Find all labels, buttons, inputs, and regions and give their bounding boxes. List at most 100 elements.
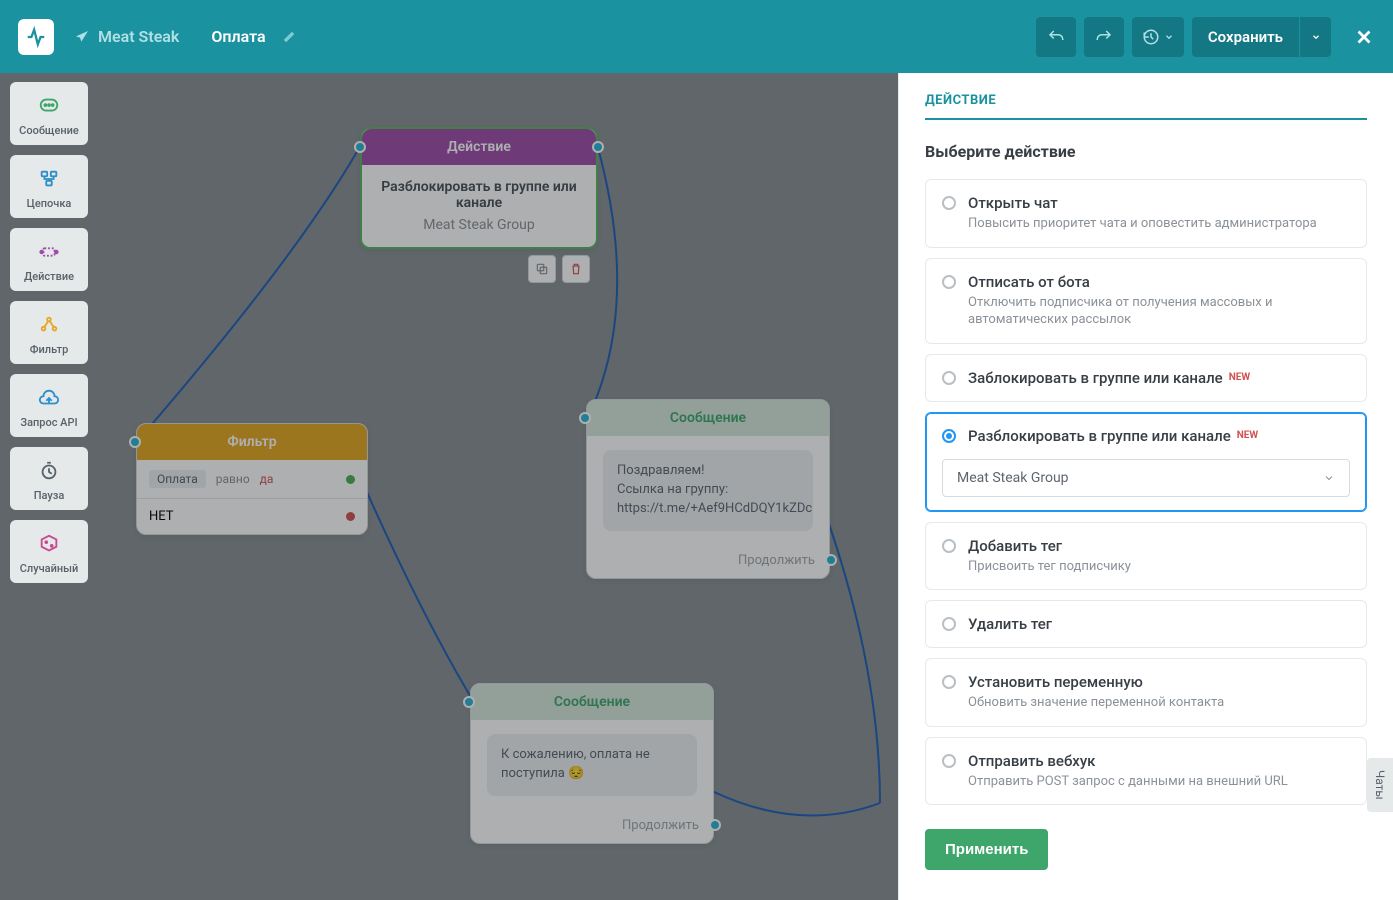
breadcrumb-bot[interactable]: Meat Steak — [74, 27, 179, 46]
panel-title: ДЕЙСТВИЕ — [925, 93, 1367, 120]
filter-port-yes[interactable] — [346, 475, 355, 484]
opt-desc: Отключить подписчика от получения массов… — [968, 294, 1350, 329]
node-filter-body: Оплата равно да НЕТ — [137, 460, 367, 534]
tool-chain-label: Цепочка — [27, 197, 72, 210]
app-logo[interactable] — [18, 19, 54, 55]
radio-icon — [942, 754, 956, 768]
random-icon — [35, 533, 63, 555]
node-msg2-header: Сообщение — [471, 684, 713, 720]
breadcrumb: Meat Steak Оплата — [74, 27, 296, 46]
pause-icon — [35, 460, 63, 482]
msg2-text: К сожалению, оплата не поступила 😔 — [487, 734, 697, 796]
node-msg2-body: К сожалению, оплата не поступила 😔 — [471, 720, 713, 810]
port-in[interactable] — [354, 141, 366, 153]
tool-filter[interactable]: Фильтр — [10, 301, 88, 364]
history-button[interactable] — [1132, 17, 1184, 57]
redo-icon — [1095, 28, 1113, 46]
node-msg1-body: Поздравляем! Ссылка на группу: https://t… — [587, 436, 829, 545]
opt-title: Открыть чат — [968, 194, 1350, 212]
edit-icon[interactable] — [282, 30, 296, 44]
new-badge: NEW — [1229, 372, 1250, 383]
chats-tab[interactable]: Чаты — [1367, 758, 1393, 812]
copy-node-button[interactable] — [528, 255, 556, 283]
group-select-dropdown[interactable]: Meat Steak Group — [942, 459, 1350, 497]
port-out[interactable] — [709, 819, 721, 831]
filter-op: равно — [216, 472, 250, 486]
radio-icon — [942, 539, 956, 553]
chevron-down-icon — [1311, 32, 1321, 42]
action-opt-set-var[interactable]: Установить переменную Обновить значение … — [925, 658, 1367, 727]
save-button-group: Сохранить — [1192, 17, 1331, 57]
toolbox: Сообщение Цепочка Действие Фильтр Запрос… — [10, 82, 88, 583]
radio-icon — [942, 371, 956, 385]
save-dropdown-button[interactable] — [1299, 17, 1331, 57]
tool-random[interactable]: Случайный — [10, 520, 88, 583]
filter-condition-row[interactable]: Оплата равно да — [137, 460, 367, 498]
undo-button[interactable] — [1036, 17, 1076, 57]
tool-pause[interactable]: Пауза — [10, 447, 88, 510]
node-action-body: Разблокировать в группе или канале Meat … — [362, 165, 596, 247]
close-icon — [1353, 26, 1375, 48]
action-settings-panel: ДЕЙСТВИЕ Выберите действие Открыть чат П… — [898, 73, 1393, 900]
node-action[interactable]: Действие Разблокировать в группе или кан… — [360, 127, 598, 249]
action-opt-unsubscribe[interactable]: Отписать от бота Отключить подписчика от… — [925, 258, 1367, 344]
node-message-success[interactable]: Сообщение Поздравляем! Ссылка на группу:… — [586, 399, 830, 579]
node-toolbar — [528, 255, 590, 283]
flow-name-label: Оплата — [211, 27, 265, 46]
filter-var: Оплата — [149, 470, 206, 488]
node-action-header: Действие — [362, 129, 596, 165]
header-actions: Сохранить — [1036, 17, 1375, 57]
node-message-fail[interactable]: Сообщение К сожалению, оплата не поступи… — [470, 683, 714, 844]
chevron-down-icon — [1323, 472, 1335, 484]
tool-action[interactable]: Действие — [10, 228, 88, 291]
action-opt-remove-tag[interactable]: Удалить тег — [925, 600, 1367, 648]
action-opt-open-chat[interactable]: Открыть чат Повысить приоритет чата и оп… — [925, 179, 1367, 248]
opt-title: Отправить вебхук — [968, 752, 1350, 770]
filter-port-no[interactable] — [346, 512, 355, 521]
delete-node-button[interactable] — [562, 255, 590, 283]
filter-else-label: НЕТ — [149, 509, 174, 524]
api-icon — [35, 387, 63, 409]
node-filter-header: Фильтр — [137, 424, 367, 460]
port-out[interactable] — [592, 141, 604, 153]
copy-icon — [535, 262, 549, 276]
action-opt-unblock[interactable]: Разблокировать в группе или каналеNEW Me… — [925, 412, 1367, 512]
apply-button[interactable]: Применить — [925, 829, 1048, 870]
tool-message[interactable]: Сообщение — [10, 82, 88, 145]
port-in[interactable] — [129, 436, 141, 448]
save-button[interactable]: Сохранить — [1192, 18, 1299, 56]
filter-val: да — [260, 472, 274, 486]
tool-chain[interactable]: Цепочка — [10, 155, 88, 218]
msg2-continue: Продолжить — [471, 810, 713, 843]
action-opt-block[interactable]: Заблокировать в группе или каналеNEW — [925, 354, 1367, 402]
node-filter[interactable]: Фильтр Оплата равно да НЕТ — [136, 423, 368, 535]
close-button[interactable] — [1353, 26, 1375, 48]
action-opt-add-tag[interactable]: Добавить тег Присвоить тег подписчику — [925, 522, 1367, 591]
redo-button[interactable] — [1084, 17, 1124, 57]
opt-desc: Обновить значение переменной контакта — [968, 694, 1350, 712]
new-badge: NEW — [1237, 430, 1258, 441]
telegram-icon — [74, 29, 90, 45]
breadcrumb-flow[interactable]: Оплата — [211, 27, 295, 46]
node-action-sub: Meat Steak Group — [378, 217, 580, 233]
opt-title: Заблокировать в группе или каналеNEW — [968, 369, 1350, 387]
opt-title: Установить переменную — [968, 673, 1350, 691]
radio-icon — [942, 429, 956, 443]
opt-desc: Отправить POST запрос с данными на внешн… — [968, 773, 1350, 791]
radio-icon — [942, 196, 956, 210]
message-icon — [35, 95, 63, 117]
filter-icon — [35, 314, 63, 336]
tool-api-label: Запрос API — [20, 416, 77, 429]
tool-api[interactable]: Запрос API — [10, 374, 88, 437]
history-icon — [1142, 28, 1160, 46]
dropdown-value: Meat Steak Group — [957, 470, 1069, 486]
tool-message-label: Сообщение — [19, 124, 79, 137]
msg1-text: Поздравляем! Ссылка на группу: https://t… — [603, 450, 813, 531]
filter-else-row[interactable]: НЕТ — [137, 498, 367, 534]
port-out[interactable] — [825, 554, 837, 566]
action-opt-webhook[interactable]: Отправить вебхук Отправить POST запрос с… — [925, 737, 1367, 806]
opt-title: Отписать от бота — [968, 273, 1350, 291]
panel-footer: Применить — [899, 811, 1393, 900]
port-in[interactable] — [463, 696, 475, 708]
port-in[interactable] — [579, 412, 591, 424]
